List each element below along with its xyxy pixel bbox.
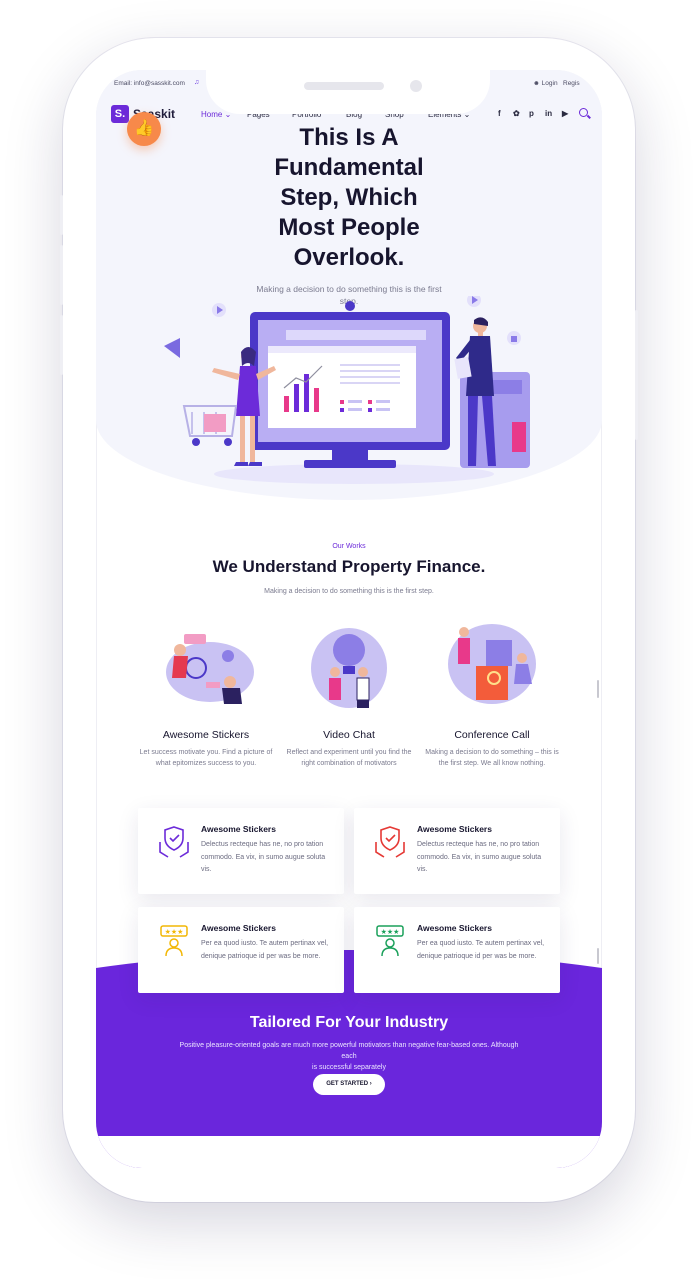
hero-title-line: Step, Which [280, 184, 418, 211]
card-description: Per ea quod iusto. Te autem pertinax vel… [201, 940, 329, 960]
conference-call-illustration [448, 624, 536, 704]
card-title: Awesome Stickers [201, 824, 276, 834]
scrollbar[interactable] [597, 948, 599, 964]
pinterest-icon[interactable]: p [529, 109, 534, 118]
login-label: Login [541, 80, 558, 87]
card-description: Delectus recteque has ne, no pro tation … [417, 841, 542, 873]
hero-subtitle-line: Making a decision to do something this i… [256, 284, 442, 294]
feature-description-line: Let success motivate you. Find a picture… [139, 749, 273, 756]
section-title: We Understand Property Finance. [212, 557, 486, 576]
hero-title-line: This Is A [299, 124, 399, 151]
cta-title: Tailored For Your Industry [249, 1014, 449, 1031]
card-description: Per ea quod iusto. Te autem pertinax vel… [417, 940, 545, 960]
get-started-button[interactable]: GET STARTED › [313, 1074, 385, 1095]
feature-item: Conference Call Making a decision to do … [422, 620, 562, 769]
shield-hands-icon [375, 826, 405, 858]
linkedin-icon[interactable]: in [545, 109, 552, 118]
user-icon: ☻ [533, 80, 540, 87]
phone-side-button [60, 245, 63, 305]
card-title: Awesome Stickers [417, 923, 492, 933]
feature-description: Making a decision to do something – this… [422, 747, 562, 769]
cta-subtitle: Positive pleasure-oriented goals are muc… [176, 1040, 522, 1073]
phone-side-button [60, 315, 63, 375]
hero-title: This Is A Fundamental Step, Which Most P… [224, 123, 474, 273]
hero-title-line: Fundamental [274, 154, 424, 181]
hero-illustration [164, 296, 530, 484]
shield-hands-icon [159, 826, 189, 858]
twitter-icon[interactable]: ✿ [513, 109, 520, 118]
feature-card[interactable]: Awesome Stickers Delectus recteque has n… [354, 808, 560, 894]
card-description: Delectus recteque has ne, no pro tation … [201, 841, 326, 873]
feature-card[interactable]: ★★★ Awesome Stickers Per ea quod iusto. … [354, 907, 560, 993]
svg-text:★★★: ★★★ [165, 928, 184, 936]
phone-notch [206, 60, 490, 114]
facebook-icon[interactable]: f [498, 109, 501, 118]
feature-description: Let success motivate you. Find a picture… [136, 747, 276, 769]
logo-mark[interactable]: S. [111, 105, 129, 123]
youtube-icon[interactable]: ▶ [562, 109, 568, 118]
scrollbar[interactable] [597, 680, 599, 698]
feature-description-line: what epitomizes success to you. [155, 760, 257, 767]
feature-title: Video Chat [323, 729, 375, 741]
register-link[interactable]: Regis [563, 80, 580, 87]
front-camera [410, 80, 422, 92]
rating-person-icon: ★★★ [376, 925, 404, 957]
stickers-illustration [166, 634, 254, 704]
search-icon[interactable] [579, 108, 588, 117]
phone-screen: Email: info@sasskit.com ♫ ☻ Login Regis … [96, 70, 602, 1168]
headphones-icon: ♫ [194, 79, 200, 86]
feature-description: Reflect and experiment until you find th… [279, 747, 419, 769]
svg-text:★★★: ★★★ [381, 928, 400, 936]
feature-card[interactable]: ★★★ Awesome Stickers Per ea quod iusto. … [138, 907, 344, 993]
card-title: Awesome Stickers [417, 824, 492, 834]
feature-description-line: right combination of motivators [301, 760, 397, 767]
cta-subtitle-line: Positive pleasure-oriented goals are muc… [179, 1042, 519, 1060]
feature-description-line: Reflect and experiment until you find th… [286, 749, 412, 756]
cta-subtitle-line: is successful separately [312, 1064, 386, 1071]
phone-side-button [635, 310, 638, 440]
feature-card[interactable]: Awesome Stickers Delectus recteque has n… [138, 808, 344, 894]
feature-description-line: the first step. We all know nothing. [438, 760, 546, 767]
feature-title: Awesome Stickers [162, 729, 250, 741]
login-link[interactable]: ☻ Login [533, 80, 558, 87]
feature-title: Conference Call [454, 729, 530, 741]
speaker-grille [304, 82, 384, 90]
rating-person-icon: ★★★ [160, 925, 188, 957]
video-chat-illustration [311, 628, 387, 708]
section-subtitle: Making a decision to do something this i… [264, 588, 434, 595]
feature-description-line: Making a decision to do something – this… [425, 749, 559, 756]
section-tag: Our Works [332, 543, 366, 550]
phone-side-button [60, 195, 63, 235]
footer-strip [96, 1136, 602, 1168]
hero-title-line: Most People [278, 214, 420, 241]
feature-item: Video Chat Reflect and experiment until … [279, 620, 419, 769]
card-title: Awesome Stickers [201, 923, 276, 933]
feature-item: Awesome Stickers Let success motivate yo… [136, 620, 276, 769]
thumbs-up-icon[interactable]: 👍 [127, 112, 161, 146]
hero-title-line: Overlook. [293, 244, 405, 271]
email-link[interactable]: Email: info@sasskit.com [114, 80, 185, 87]
